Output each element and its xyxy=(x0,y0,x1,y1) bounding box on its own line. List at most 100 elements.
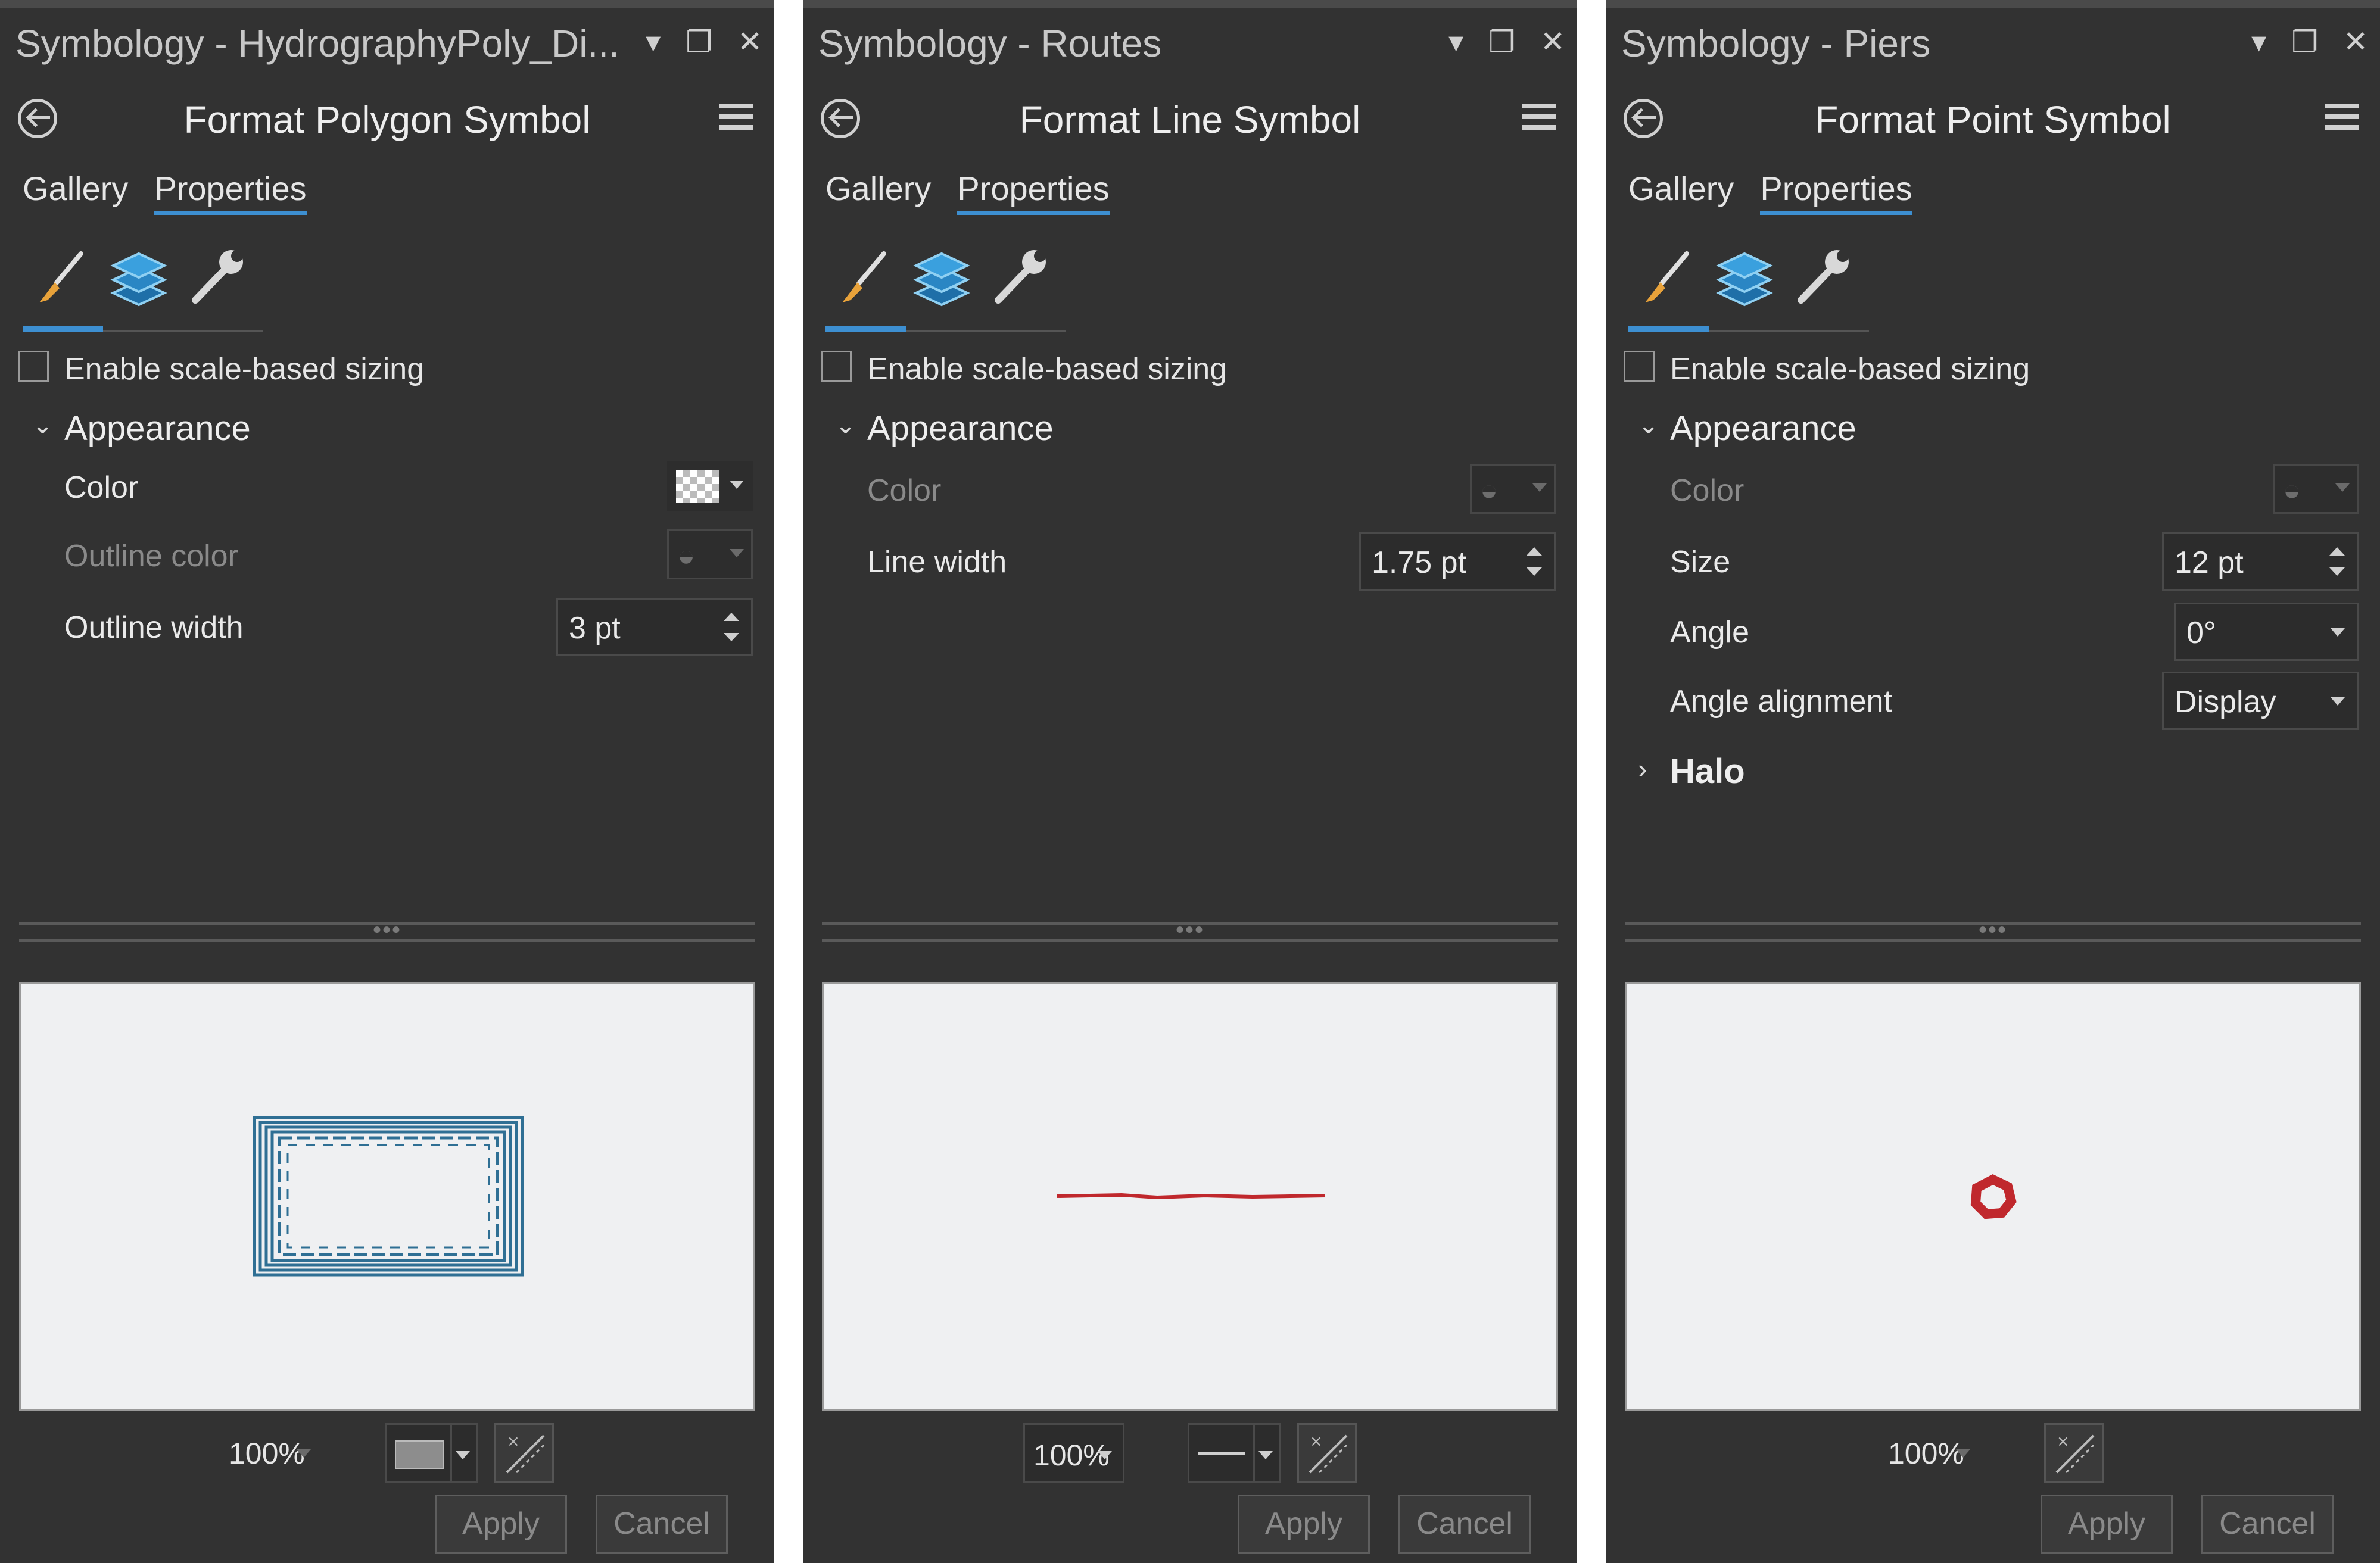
pane-title: Symbology - HydrographyPoly_Di... xyxy=(15,22,619,65)
spin-up-icon[interactable] xyxy=(724,613,739,621)
pane-splitter[interactable]: ••• xyxy=(19,918,755,942)
angle-value[interactable]: 0° xyxy=(2186,615,2216,651)
symbol-preview xyxy=(19,982,755,1411)
color-palette-icon: ◒ xyxy=(2283,473,2301,507)
window-controls: ▾ ❐ ✕ xyxy=(1448,24,1565,60)
tab-bar: Gallery Properties xyxy=(825,169,1110,215)
pane-splitter[interactable]: ••• xyxy=(1625,918,2361,942)
layers-icon[interactable] xyxy=(1712,245,1777,311)
apply-button[interactable]: Apply xyxy=(435,1495,567,1554)
brush-icon[interactable] xyxy=(1634,245,1700,311)
outline-width-value[interactable]: 3 pt xyxy=(569,610,621,646)
maximize-icon[interactable]: ❐ xyxy=(2291,24,2318,60)
angle-label: Angle xyxy=(1670,615,1749,650)
spin-down-icon[interactable] xyxy=(1527,567,1542,576)
line-width-value[interactable]: 1.75 pt xyxy=(1372,545,1466,581)
line-width-stepper[interactable]: 1.75 pt xyxy=(1359,532,1556,591)
toggle-preview-icon[interactable]: × xyxy=(494,1423,554,1483)
hamburger-menu-icon[interactable] xyxy=(1522,104,1556,136)
zoom-select[interactable]: 100% xyxy=(1023,1423,1124,1483)
property-icon-tabs xyxy=(825,241,1066,332)
chevron-right-icon[interactable]: › xyxy=(1638,753,1647,785)
tab-gallery[interactable]: Gallery xyxy=(1628,169,1734,215)
scale-sizing-checkbox[interactable] xyxy=(18,351,49,382)
tab-properties[interactable]: Properties xyxy=(957,169,1110,215)
selected-tab-indicator xyxy=(825,326,906,332)
wrench-icon[interactable] xyxy=(986,245,1052,311)
pane-options-icon[interactable]: ▾ xyxy=(646,24,661,60)
polygon-symbol-preview xyxy=(253,1116,524,1277)
tab-gallery[interactable]: Gallery xyxy=(825,169,931,215)
angle-alignment-value[interactable]: Display xyxy=(2175,684,2276,720)
toggle-preview-icon[interactable]: × xyxy=(1297,1423,1357,1483)
scale-sizing-label: Enable scale-based sizing xyxy=(867,352,1228,386)
spin-up-icon[interactable] xyxy=(2329,547,2345,556)
color-palette-icon: ◒ xyxy=(677,539,696,572)
angle-alignment-label: Angle alignment xyxy=(1670,684,1892,719)
spin-up-icon[interactable] xyxy=(1527,547,1542,556)
maximize-icon[interactable]: ❐ xyxy=(1488,24,1515,60)
scale-sizing-checkbox[interactable] xyxy=(1624,351,1655,382)
cancel-button[interactable]: Cancel xyxy=(1398,1495,1531,1554)
close-icon[interactable]: ✕ xyxy=(2343,24,2368,60)
appearance-section[interactable]: Appearance xyxy=(64,408,251,448)
spin-down-icon[interactable] xyxy=(2329,567,2345,576)
wrench-icon[interactable] xyxy=(183,245,249,311)
back-arrow-icon[interactable] xyxy=(18,99,57,138)
zoom-select[interactable]: 100% xyxy=(1880,1423,1981,1483)
tab-properties[interactable]: Properties xyxy=(154,169,307,215)
chevron-down-icon[interactable]: ⌄ xyxy=(835,410,856,439)
tab-gallery[interactable]: Gallery xyxy=(23,169,128,215)
pane-options-icon[interactable]: ▾ xyxy=(1448,24,1463,60)
color-label: Color xyxy=(867,473,942,508)
hamburger-menu-icon[interactable] xyxy=(2325,104,2359,136)
layers-icon[interactable] xyxy=(106,245,172,311)
drag-grip-icon[interactable]: ••• xyxy=(1176,918,1204,942)
drag-grip-icon[interactable]: ••• xyxy=(373,918,401,942)
brush-icon[interactable] xyxy=(831,245,897,311)
close-icon[interactable]: ✕ xyxy=(737,24,762,60)
back-arrow-icon[interactable] xyxy=(821,99,860,138)
appearance-section[interactable]: Appearance xyxy=(1670,408,1856,448)
angle-alignment-select[interactable]: Display xyxy=(2162,672,2359,730)
pane-splitter[interactable]: ••• xyxy=(822,918,1558,942)
chevron-down-icon xyxy=(2331,628,2345,637)
symbology-pane-polygon: Symbology - HydrographyPoly_Di... ▾ ❐ ✕ … xyxy=(0,0,774,1563)
hamburger-menu-icon[interactable] xyxy=(719,104,753,136)
close-icon[interactable]: ✕ xyxy=(1540,24,1565,60)
chevron-down-icon xyxy=(297,1449,311,1458)
pane-title: Symbology - Piers xyxy=(1621,22,1931,65)
brush-icon[interactable] xyxy=(29,245,94,311)
size-label: Size xyxy=(1670,545,1731,579)
chevron-down-icon[interactable]: ⌄ xyxy=(1638,410,1659,439)
tab-properties[interactable]: Properties xyxy=(1760,169,1912,215)
angle-select[interactable]: 0° xyxy=(2174,603,2359,661)
toggle-preview-icon[interactable]: × xyxy=(2044,1423,2104,1483)
background-color-picker[interactable] xyxy=(385,1423,478,1483)
apply-button[interactable]: Apply xyxy=(2041,1495,2173,1554)
wrench-icon[interactable] xyxy=(1789,245,1855,311)
appearance-section[interactable]: Appearance xyxy=(867,408,1054,448)
scale-sizing-checkbox[interactable] xyxy=(821,351,852,382)
line-style-icon xyxy=(1198,1452,1245,1455)
zoom-select[interactable]: 100% xyxy=(220,1423,322,1483)
apply-button[interactable]: Apply xyxy=(1238,1495,1370,1554)
color-picker[interactable] xyxy=(667,461,753,511)
size-value[interactable]: 12 pt xyxy=(2175,545,2244,581)
line-style-picker[interactable] xyxy=(1188,1423,1281,1483)
spin-down-icon[interactable] xyxy=(724,633,739,641)
maximize-icon[interactable]: ❐ xyxy=(686,24,712,60)
chevron-down-icon[interactable]: ⌄ xyxy=(32,410,53,439)
layers-icon[interactable] xyxy=(909,245,974,311)
size-stepper[interactable]: 12 pt xyxy=(2162,532,2359,591)
property-icon-tabs xyxy=(23,241,263,332)
halo-section[interactable]: Halo xyxy=(1670,751,1745,791)
cancel-button[interactable]: Cancel xyxy=(2201,1495,2334,1554)
back-arrow-icon[interactable] xyxy=(1624,99,1663,138)
drag-grip-icon[interactable]: ••• xyxy=(1979,918,2007,942)
outline-width-stepper[interactable]: 3 pt xyxy=(556,598,753,656)
page-title: Format Polygon Symbol xyxy=(183,98,591,141)
color-palette-icon: ◒ xyxy=(1480,473,1499,507)
cancel-button[interactable]: Cancel xyxy=(596,1495,728,1554)
pane-options-icon[interactable]: ▾ xyxy=(2251,24,2266,60)
